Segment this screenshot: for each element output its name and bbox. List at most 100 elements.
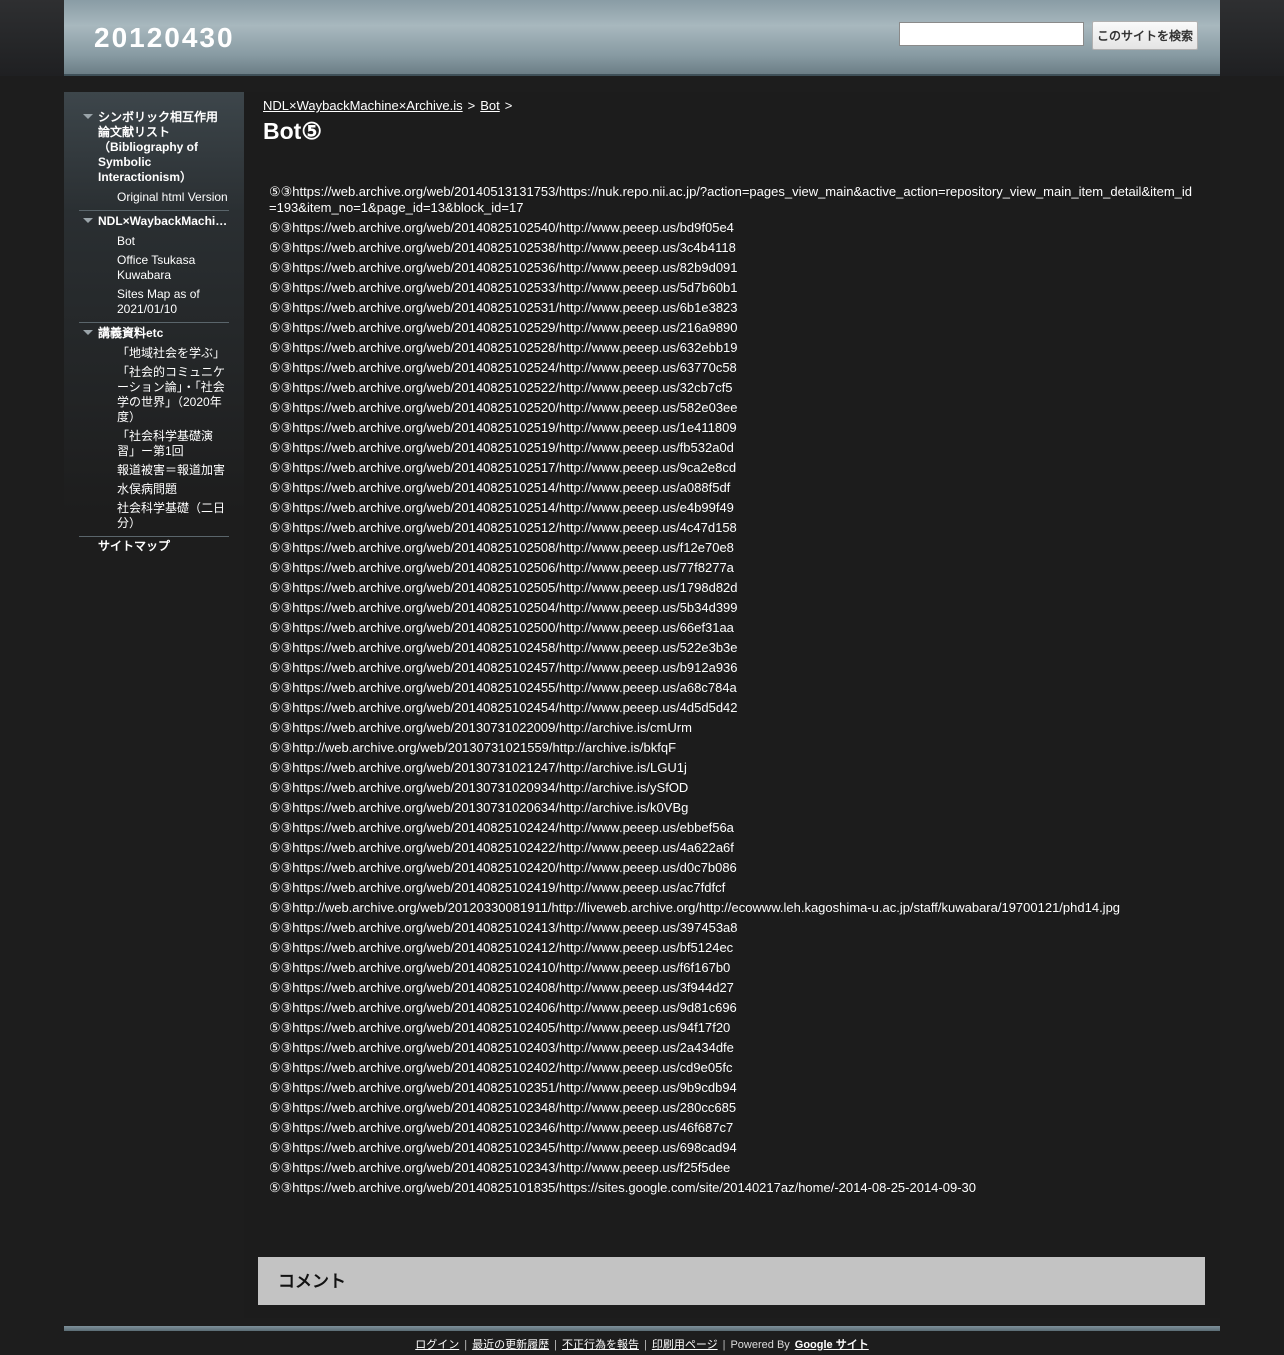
nav-subitem-office[interactable]: Office Tsukasa Kuwabara: [79, 252, 229, 286]
site-header: 20120430 このサイトを検索: [64, 0, 1220, 76]
archive-link-row: ⑤③https://web.archive.org/web/2013073102…: [269, 720, 692, 735]
archive-link-row: ⑤③https://web.archive.org/web/2014082510…: [269, 300, 738, 315]
page-container: シンボリック相互作用論文献リスト（Bibliography of Symboli…: [64, 92, 1220, 1318]
archive-link-row: ⑤③http://web.archive.org/web/20120330081…: [269, 900, 1121, 915]
nav-item-sitemap[interactable]: サイトマップ: [79, 537, 229, 554]
breadcrumb-separator: >: [467, 98, 476, 113]
caret-down-icon[interactable]: [83, 218, 93, 223]
archive-link-row: ⑤③https://web.archive.org/web/2014082510…: [269, 420, 737, 435]
archive-link-row: ⑤③https://web.archive.org/web/2014082510…: [269, 820, 734, 835]
archive-link-row: ⑤③https://web.archive.org/web/2014082510…: [269, 460, 737, 475]
archive-link-row: ⑤③https://web.archive.org/web/2014082510…: [269, 1080, 737, 1095]
footer-separator: |: [722, 1339, 726, 1351]
archive-link-row: ⑤③https://web.archive.org/web/2014082510…: [269, 1140, 737, 1155]
archive-link-row: ⑤③https://web.archive.org/web/2014082510…: [269, 1100, 737, 1115]
site-footer: ログイン | 最近の更新履歴 | 不正行為を報告 | 印刷用ページ | Powered By Go…: [0, 1336, 1284, 1352]
archive-link-row: ⑤③https://web.archive.org/web/2014082510…: [269, 380, 733, 395]
nav-subitem-lecture-5[interactable]: 水俣病問題: [79, 481, 229, 500]
archive-link-row: ⑤③https://web.archive.org/web/2014082510…: [269, 500, 734, 515]
caret-down-icon[interactable]: [83, 330, 93, 335]
sidebar: シンボリック相互作用論文献リスト（Bibliography of Symboli…: [64, 92, 244, 1318]
comments-section: コメント: [258, 1257, 1205, 1305]
search-button[interactable]: このサイトを検索: [1092, 21, 1198, 50]
archive-link-row: ⑤③https://web.archive.org/web/2014082510…: [269, 260, 738, 275]
footer-link-report-abuse[interactable]: 不正行為を報告: [562, 1339, 639, 1351]
archive-link-row: ⑤③https://web.archive.org/web/2014082510…: [269, 360, 737, 375]
nav-item-label[interactable]: 講義資料etc: [98, 326, 229, 341]
footer-separator: |: [464, 1339, 468, 1351]
archive-link-row: ⑤③https://web.archive.org/web/2014082510…: [269, 220, 734, 235]
footer-powered-by: Powered By: [730, 1339, 790, 1351]
archive-link-row: ⑤③https://web.archive.org/web/2014082510…: [269, 640, 738, 655]
archive-link-row: ⑤③https://web.archive.org/web/2014082510…: [269, 1120, 734, 1135]
nav-subitem-sites-map[interactable]: Sites Map as of 2021/01/10: [79, 286, 229, 320]
comments-title: コメント: [278, 1272, 346, 1291]
archive-link-row: ⑤③https://web.archive.org/web/2014082510…: [269, 940, 734, 955]
nav-item-label[interactable]: シンボリック相互作用論文献リスト（Bibliography of Symboli…: [98, 110, 229, 185]
nav-subitem-lecture-1[interactable]: 「地域社会を学ぶ」: [79, 345, 229, 364]
page-title: Bot⑤: [263, 118, 322, 144]
breadcrumb: NDL×WaybackMachine×Archive.is > Bot >: [263, 98, 517, 113]
archive-link-row: ⑤③https://web.archive.org/web/2014082510…: [269, 480, 731, 495]
archive-link-row: ⑤③https://web.archive.org/web/2014082510…: [269, 280, 738, 295]
archive-link-row: ⑤③https://web.archive.org/web/2014082510…: [269, 580, 738, 595]
breadcrumb-link-ndl[interactable]: NDL×WaybackMachine×Archive.is: [263, 98, 463, 113]
nav-item-ndl[interactable]: NDL×WaybackMachine×Archive.is: [79, 214, 229, 233]
sidebar-nav: シンボリック相互作用論文献リスト（Bibliography of Symboli…: [79, 110, 229, 554]
archive-link-row: ⑤③https://web.archive.org/web/2013073102…: [269, 800, 689, 815]
archive-link-row: ⑤③https://web.archive.org/web/2014082510…: [269, 240, 736, 255]
site-title[interactable]: 20120430: [94, 22, 235, 54]
archive-link-row: ⑤③https://web.archive.org/web/2014082510…: [269, 860, 737, 875]
archive-link-row: ⑤③https://web.archive.org/web/2014082510…: [269, 400, 738, 415]
archive-link-row: ⑤③https://web.archive.org/web/2014082510…: [269, 1060, 733, 1075]
archive-link-row: ⑤③https://web.archive.org/web/2014082510…: [269, 440, 734, 455]
footer-link-recent-changes[interactable]: 最近の更新履歴: [472, 1339, 549, 1351]
footer-link-login[interactable]: ログイン: [415, 1339, 459, 1351]
footer-link-print[interactable]: 印刷用ページ: [652, 1339, 718, 1351]
archive-link-row: ⑤③https://web.archive.org/web/2014082510…: [269, 960, 731, 975]
archive-link-row: ⑤③https://web.archive.org/web/2014082510…: [269, 560, 734, 575]
archive-link-row: ⑤③https://web.archive.org/web/2014082510…: [269, 680, 737, 695]
archive-link-row: ⑤③https://web.archive.org/web/2014082510…: [269, 840, 734, 855]
archive-link-list: ⑤③https://web.archive.org/web/2014051313…: [269, 184, 1199, 1200]
archive-link-row: ⑤③https://web.archive.org/web/2014082510…: [269, 700, 738, 715]
nav-subitem-lecture-2[interactable]: 「社会的コミュニケーション論」・「社会学の世界」（2020年度）: [79, 364, 229, 428]
nav-subitem-bot[interactable]: Bot: [79, 233, 229, 252]
archive-link-row: ⑤③http://web.archive.org/web/20130731021…: [269, 740, 677, 755]
footer-divider: [64, 1326, 1220, 1331]
archive-link-row: ⑤③https://web.archive.org/web/2014082510…: [269, 520, 737, 535]
archive-link-row: ⑤③https://web.archive.org/web/2014082510…: [269, 600, 738, 615]
archive-link-row: ⑤③https://web.archive.org/web/2014082510…: [269, 1040, 734, 1055]
nav-subitem-lecture-6[interactable]: 社会科学基礎（二日分）: [79, 500, 229, 534]
nav-item-lectures[interactable]: 講義資料etc: [79, 326, 229, 345]
archive-link-row: ⑤③https://web.archive.org/web/2014082510…: [269, 1160, 731, 1175]
archive-link-row: ⑤③https://web.archive.org/web/2014051313…: [269, 184, 1193, 215]
nav-subitem-lecture-4[interactable]: 報道被害＝報道加害: [79, 462, 229, 481]
archive-link-row: ⑤③https://web.archive.org/web/2013073102…: [269, 780, 689, 795]
caret-down-icon[interactable]: [83, 114, 93, 119]
footer-separator: |: [554, 1339, 557, 1351]
archive-link-row: ⑤③https://web.archive.org/web/2014082510…: [269, 1000, 737, 1015]
footer-separator: |: [643, 1339, 647, 1351]
archive-link-row: ⑤③https://web.archive.org/web/2014082510…: [269, 920, 738, 935]
archive-link-row: ⑤③https://web.archive.org/web/2014082510…: [269, 660, 738, 675]
archive-link-row: ⑤③https://web.archive.org/web/2014082510…: [269, 620, 734, 635]
archive-link-row: ⑤③https://web.archive.org/web/2014082510…: [269, 1180, 976, 1195]
nav-item-bibliography[interactable]: シンボリック相互作用論文献リスト（Bibliography of Symboli…: [79, 110, 229, 189]
search-input[interactable]: [899, 22, 1084, 46]
archive-link-row: ⑤③https://web.archive.org/web/2013073102…: [269, 760, 687, 775]
breadcrumb-link-bot[interactable]: Bot: [480, 98, 500, 113]
archive-link-row: ⑤③https://web.archive.org/web/2014082510…: [269, 320, 738, 335]
nav-subitem-lecture-3[interactable]: 「社会科学基礎演習」ー第1回: [79, 428, 229, 462]
nav-subitem-original-html[interactable]: Original html Version: [79, 189, 229, 208]
archive-link-row: ⑤③https://web.archive.org/web/2014082510…: [269, 540, 734, 555]
nav-group-ndl: NDL×WaybackMachine×Archive.is Bot Office…: [79, 214, 229, 323]
nav-item-label[interactable]: NDL×WaybackMachine×Archive.is: [98, 214, 229, 229]
archive-link-row: ⑤③https://web.archive.org/web/2014082510…: [269, 980, 734, 995]
nav-group-lectures: 講義資料etc 「地域社会を学ぶ」 「社会的コミュニケーション論」・「社会学の世…: [79, 326, 229, 537]
archive-link-row: ⑤③https://web.archive.org/web/2014082510…: [269, 340, 738, 355]
archive-link-row: ⑤③https://web.archive.org/web/2014082510…: [269, 880, 726, 895]
footer-brand-link[interactable]: Google サイト: [795, 1339, 869, 1351]
archive-link-row: ⑤③https://web.archive.org/web/2014082510…: [269, 1020, 731, 1035]
nav-group-bibliography: シンボリック相互作用論文献リスト（Bibliography of Symboli…: [79, 110, 229, 211]
